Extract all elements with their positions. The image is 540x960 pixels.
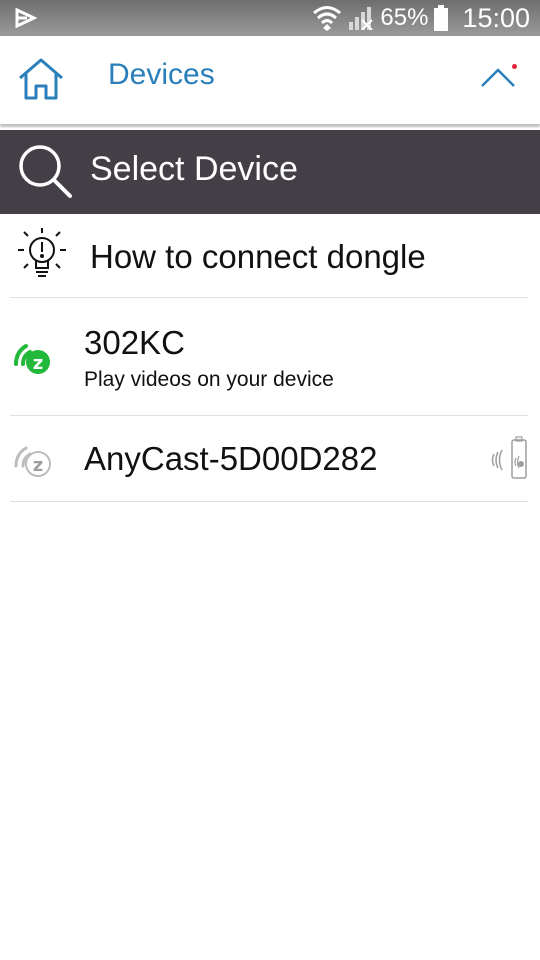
wifi-icon: [313, 6, 342, 31]
device-subtitle: Play videos on your device: [84, 368, 334, 391]
help-item-label: How to connect dongle: [90, 238, 426, 275]
notification-dot: [512, 64, 517, 69]
lightbulb-icon: [18, 228, 66, 277]
help-item[interactable]: How to connect dongle: [0, 214, 540, 298]
cast-active-icon: z: [14, 344, 50, 374]
svg-text:z: z: [33, 455, 43, 476]
divider: [10, 501, 528, 502]
battery-percent: 65%: [380, 4, 429, 31]
device-item-anycast[interactable]: z AnyCast-5D00D282: [0, 416, 540, 501]
notification-icon: [15, 7, 38, 29]
device-name: AnyCast-5D00D282: [84, 440, 378, 477]
device-item-302kc[interactable]: z 302KC Play videos on your device: [0, 298, 540, 415]
dongle-signal-icon[interactable]: [488, 436, 532, 482]
home-icon[interactable]: [16, 56, 66, 102]
app-header: Devices: [0, 36, 540, 124]
page-title: Devices: [108, 58, 215, 91]
device-name: 302KC: [84, 324, 185, 361]
svg-text:z: z: [33, 353, 43, 374]
status-bar: 65% 15:00: [0, 0, 540, 36]
select-device-label: Select Device: [90, 150, 298, 188]
clock: 15:00: [462, 2, 530, 33]
signal-icon: [349, 7, 374, 30]
cast-inactive-icon: z: [14, 446, 51, 477]
battery-icon: [434, 5, 449, 31]
search-icon: [19, 145, 72, 198]
select-device-bar[interactable]: Select Device: [0, 130, 540, 214]
